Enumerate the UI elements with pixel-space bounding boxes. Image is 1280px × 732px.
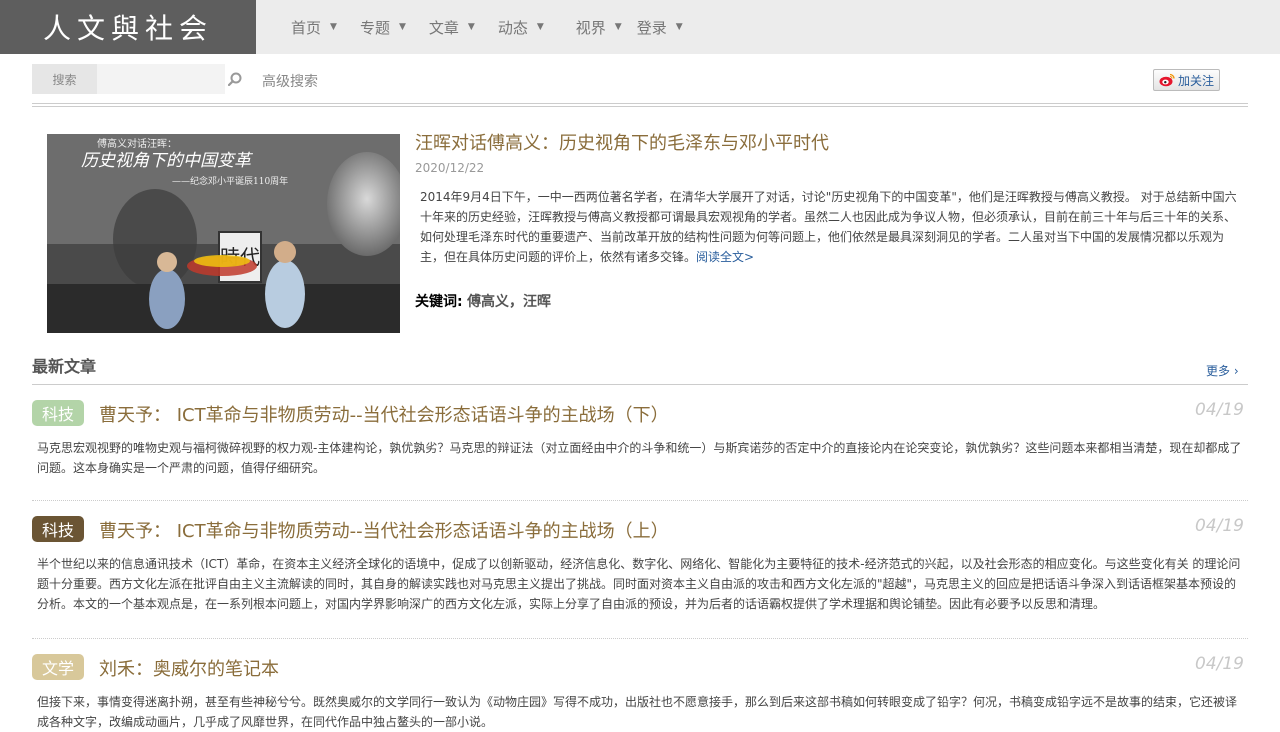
feature-photo: 時代 傅高义对话汪晖： 历史视角下的中国变革 ——纪念邓小平诞辰110周年 xyxy=(47,134,400,333)
nav-item-vision[interactable]: 视界 ▼ xyxy=(576,17,622,38)
article-item: 科技 曹天予： ICT革命与非物质劳动--当代社会形态话语斗争的主战场（上） 0… xyxy=(32,516,1248,626)
nav-item-label: 专题 xyxy=(359,18,390,37)
article-divider xyxy=(32,500,1248,501)
article-item: 文学 刘禾：奥威尔的笔记本 04/19 但接下来，事情变得迷离扑朔，甚至有些神秘… xyxy=(32,654,1248,729)
nav-item-label: 文章 xyxy=(428,18,459,37)
caret-down-icon: ▼ xyxy=(614,22,622,32)
article-title[interactable]: 曹天予： ICT革命与非物质劳动--当代社会形态话语斗争的主战场（下） xyxy=(99,401,669,427)
top-bar: 人文與社会 首页 ▼ 专题 ▼ 文章 ▼ 动态 ▼ 视界 ▼ 登录 ▼ xyxy=(0,0,1280,54)
advanced-search-link[interactable]: 高级搜索 xyxy=(262,71,318,91)
feature-image[interactable]: 時代 傅高义对话汪晖： 历史视角下的中国变革 ——纪念邓小平诞辰110周年 xyxy=(47,134,400,333)
caret-down-icon: ▼ xyxy=(536,22,544,32)
feature-date: 2020/12/22 xyxy=(415,161,485,175)
weibo-follow-button[interactable]: 加关注 xyxy=(1152,69,1220,91)
search-label: 搜索 xyxy=(32,64,97,94)
banner-line-3: ——纪念邓小平诞辰110周年 xyxy=(172,175,288,187)
feature-keywords: 关键词: 傅高义，汪晖 xyxy=(415,291,551,311)
nav-item-label: 视界 xyxy=(575,18,606,37)
article-date: 04/19 xyxy=(1195,400,1244,420)
nav-item-label: 首页 xyxy=(291,18,322,37)
site-logo[interactable]: 人文與社会 xyxy=(0,0,256,54)
more-label: 更多 xyxy=(1206,364,1231,378)
article-title[interactable]: 曹天予： ICT革命与非物质劳动--当代社会形态话语斗争的主战场（上） xyxy=(99,517,669,543)
more-link[interactable]: 更多 › xyxy=(1206,362,1239,379)
caret-down-icon: ▼ xyxy=(467,22,475,32)
article-item: 科技 曹天予： ICT革命与非物质劳动--当代社会形态话语斗争的主战场（下） 0… xyxy=(32,400,1248,490)
category-tag[interactable]: 文学 xyxy=(32,654,84,680)
category-tag[interactable]: 科技 xyxy=(32,400,84,426)
search-icon[interactable] xyxy=(228,72,242,86)
article-summary: 马克思宏观视野的唯物史观与福柯微碎视野的权力观-主体建构论，孰优孰劣？马克思的辩… xyxy=(37,441,1242,475)
header-divider xyxy=(32,103,1248,107)
read-more-link[interactable]: 阅读全文> xyxy=(696,250,754,264)
keywords-value[interactable]: 傅高义，汪晖 xyxy=(467,294,551,310)
article-summary: 半个世纪以来的信息通讯技术（ICT）革命，在资本主义经济全球化的语境中，促成了以… xyxy=(37,557,1241,611)
article-divider xyxy=(32,638,1248,639)
nav-item-home[interactable]: 首页 ▼ xyxy=(291,17,337,38)
nav-item-articles[interactable]: 文章 ▼ xyxy=(429,17,475,38)
feature-summary-text: 2014年9月4日下午，一中一西两位著名学者，在清华大学展开了对话，讨论"历史视… xyxy=(420,190,1237,264)
nav-item-label: 登录 xyxy=(636,18,667,37)
follow-label: 加关注 xyxy=(1177,73,1214,88)
feature-title[interactable]: 汪晖对话傅高义：历史视角下的毛泽东与邓小平时代 xyxy=(415,129,829,155)
category-tag[interactable]: 科技 xyxy=(32,516,84,542)
caret-down-icon: ▼ xyxy=(675,22,683,32)
banner-line-1: 傅高义对话汪晖： xyxy=(97,137,177,150)
article-date: 04/19 xyxy=(1195,654,1244,674)
nav-item-label: 动态 xyxy=(497,18,528,37)
article-summary: 但接下来，事情变得迷离扑朔，甚至有些神秘兮兮。既然奥威尔的文学同行一致认为《动物… xyxy=(37,695,1238,729)
keywords-label: 关键词: xyxy=(415,294,463,310)
banner-line-2: 历史视角下的中国变革 xyxy=(81,151,254,171)
section-title-latest: 最新文章 xyxy=(32,357,97,376)
nav-item-news[interactable]: 动态 ▼ xyxy=(498,17,544,38)
article-title[interactable]: 刘禾：奥威尔的笔记本 xyxy=(99,655,279,681)
chevron-right-icon: › xyxy=(1230,364,1239,378)
nav-item-topics[interactable]: 专题 ▼ xyxy=(360,17,406,38)
article-date: 04/19 xyxy=(1195,516,1244,536)
caret-down-icon: ▼ xyxy=(398,22,406,32)
search-input[interactable] xyxy=(97,64,225,94)
search-bar: 搜索 高级搜索 加关注 xyxy=(32,64,1248,94)
caret-down-icon: ▼ xyxy=(330,22,337,32)
nav-item-login[interactable]: 登录 ▼ xyxy=(637,17,683,38)
weibo-icon xyxy=(1159,73,1175,87)
feature-summary: 2014年9月4日下午，一中一西两位著名学者，在清华大学展开了对话，讨论"历史视… xyxy=(420,187,1240,267)
section-divider xyxy=(32,384,1248,385)
main-nav: 首页 ▼ 专题 ▼ 文章 ▼ 动态 ▼ 视界 ▼ 登录 ▼ xyxy=(291,0,683,54)
